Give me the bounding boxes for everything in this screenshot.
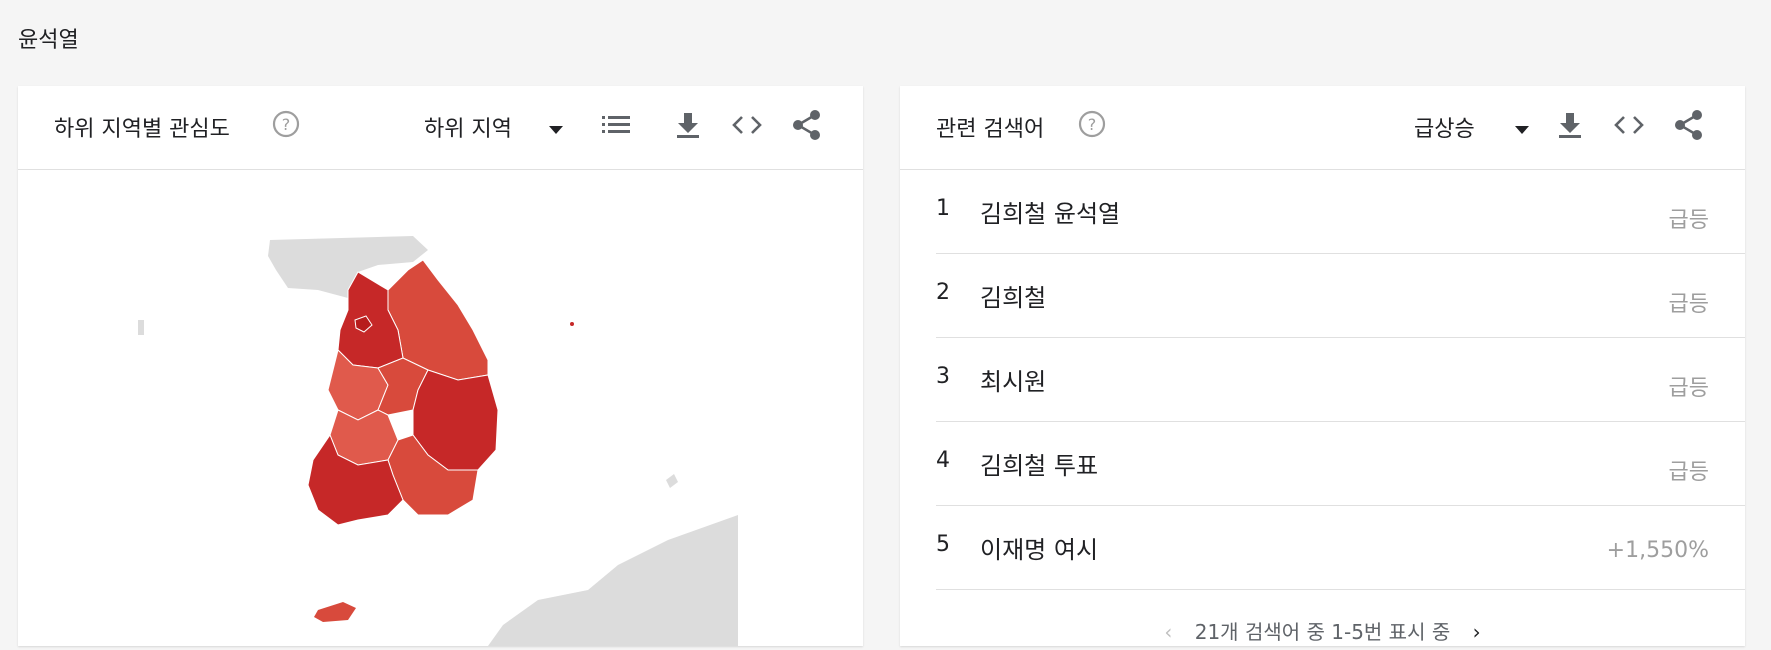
row-rank: 3 <box>936 364 950 389</box>
next-page-icon[interactable]: › <box>1473 620 1481 644</box>
card-header: 하위 지역별 관심도 ? 하위 지역 <box>18 86 863 170</box>
subregion-interest-card: 하위 지역별 관심도 ? 하위 지역 <box>18 86 863 646</box>
map-region-jeju <box>314 602 356 622</box>
svg-text:?: ? <box>1088 115 1097 134</box>
related-queries-card: 관련 검색어 ? 급상승 1 김희철 윤석열 급등 2 김희철 급등 3 최시원… <box>900 86 1745 646</box>
card-title: 관련 검색어 <box>936 117 1045 142</box>
map-land-west <box>138 320 144 335</box>
region-map <box>18 170 863 646</box>
row-term[interactable]: 이재명 여시 <box>980 530 1098 565</box>
row-value: 급등 <box>1668 376 1709 401</box>
query-row[interactable]: 1 김희철 윤석열 급등 <box>936 170 1745 254</box>
share-icon[interactable] <box>790 108 824 142</box>
embed-icon[interactable] <box>730 108 764 142</box>
map-land-tsushima <box>666 474 678 488</box>
download-icon[interactable] <box>1553 108 1587 142</box>
share-icon[interactable] <box>1672 108 1706 142</box>
pagination: ‹ 21개 검색어 중 1-5번 표시 중 › <box>900 616 1745 645</box>
query-row[interactable]: 5 이재명 여시 +1,550% <box>936 506 1745 590</box>
pager-text: 21개 검색어 중 1-5번 표시 중 <box>1194 620 1451 644</box>
row-value: 급등 <box>1668 292 1709 317</box>
row-rank: 4 <box>936 448 950 473</box>
row-term[interactable]: 최시원 <box>980 362 1046 397</box>
query-row[interactable]: 4 김희철 투표 급등 <box>936 422 1745 506</box>
list-icon[interactable] <box>600 108 634 142</box>
embed-icon[interactable] <box>1612 108 1646 142</box>
dropdown-icon[interactable] <box>1514 120 1530 134</box>
dropdown-icon[interactable] <box>548 120 564 134</box>
help-icon[interactable]: ? <box>272 110 300 138</box>
query-row[interactable]: 3 최시원 급등 <box>936 338 1745 422</box>
help-icon[interactable]: ? <box>1078 110 1106 138</box>
row-value: 급등 <box>1668 208 1709 233</box>
filter-select[interactable]: 급상승 <box>1414 111 1475 143</box>
region-select[interactable]: 하위 지역 <box>424 111 512 143</box>
prev-page-icon[interactable]: ‹ <box>1164 620 1172 644</box>
page-title: 윤석열 <box>18 28 79 53</box>
row-rank: 2 <box>936 280 950 305</box>
map-region-ulleung <box>570 322 574 326</box>
row-value: +1,550% <box>1606 538 1709 563</box>
map-land-japan <box>488 515 738 646</box>
card-title: 하위 지역별 관심도 <box>54 117 230 142</box>
svg-text:?: ? <box>282 115 291 134</box>
row-rank: 5 <box>936 532 950 557</box>
card-header: 관련 검색어 ? 급상승 <box>900 86 1745 170</box>
row-term[interactable]: 김희철 윤석열 <box>980 194 1120 229</box>
query-row[interactable]: 2 김희철 급등 <box>936 254 1745 338</box>
row-term[interactable]: 김희철 <box>980 278 1046 313</box>
row-term[interactable]: 김희철 투표 <box>980 446 1098 481</box>
download-icon[interactable] <box>671 108 705 142</box>
row-value: 급등 <box>1668 460 1709 485</box>
row-rank: 1 <box>936 196 950 221</box>
